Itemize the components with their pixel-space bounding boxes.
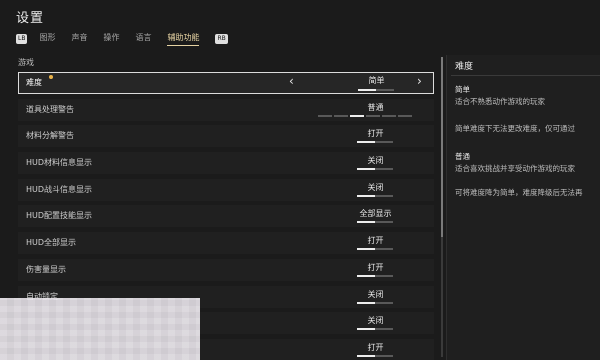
tab-accessibility[interactable]: 辅助功能: [167, 32, 200, 46]
setting-row-material-dismantle-warning[interactable]: 材料分解警告 打开: [18, 125, 434, 148]
value-indicator-fill: [357, 141, 375, 144]
value-indicator-fill: [357, 354, 375, 357]
section-header-game: 游戏: [18, 58, 34, 67]
settings-scrollbar[interactable]: [441, 57, 443, 357]
value-indicator-bar: [357, 168, 393, 171]
panel-text: 可将难度降为简单，难度降级后无法再: [455, 188, 583, 197]
setting-value: 全部显示: [359, 209, 392, 219]
value-indicator-fill: [357, 274, 375, 277]
value-segment: [334, 114, 348, 117]
panel-text: 简单难度下无法更改难度，仅可通过: [455, 124, 575, 133]
setting-label: HUD配置技能显示: [26, 211, 93, 221]
value-indicator-bar: [357, 221, 393, 224]
setting-value: 打开: [367, 262, 384, 272]
value-indicator-bar: [357, 328, 393, 331]
setting-row-hud-combat-info[interactable]: HUD战斗信息显示 关闭: [18, 178, 434, 201]
setting-label: 伤害量显示: [26, 264, 66, 274]
value-indicator-fill: [357, 194, 375, 197]
setting-value: 关闭: [367, 289, 384, 299]
value-indicator-bar: [357, 194, 393, 197]
setting-row-damage-display[interactable]: 伤害量显示 打开: [18, 258, 434, 281]
rb-key-icon[interactable]: RB: [215, 34, 228, 44]
panel-heading-easy: 简单: [455, 85, 470, 94]
tab-controls[interactable]: 操作: [103, 32, 119, 46]
setting-value: 打开: [367, 342, 384, 352]
setting-value: 关闭: [367, 316, 384, 326]
setting-label: 难度: [26, 78, 42, 87]
value-indicator-fill: [357, 168, 375, 171]
setting-value: 打开: [367, 129, 384, 139]
settings-title: 设置: [16, 11, 45, 26]
value-indicator-bar: [357, 274, 393, 277]
setting-label: 材料分解警告: [26, 131, 74, 141]
value-indicator-fill: [357, 301, 375, 304]
value-indicator-fill: [357, 248, 375, 251]
value-segment: [398, 114, 412, 117]
tab-bar: LB 图形 声音 操作 语言 辅助功能 RB: [16, 32, 228, 46]
value-indicator-bar: [357, 141, 393, 144]
value-segment: [366, 114, 380, 117]
tab-sound[interactable]: 声音: [71, 32, 87, 46]
value-indicator-bar: [358, 89, 394, 91]
tab-graphics[interactable]: 图形: [39, 32, 55, 46]
setting-label: HUD全部显示: [26, 238, 77, 248]
value-segment-indicator: [318, 114, 414, 117]
panel-heading-normal: 普通: [455, 152, 470, 161]
value-segment: [318, 114, 332, 117]
scrollbar-thumb[interactable]: [441, 57, 443, 237]
chevron-left-icon[interactable]: ‹: [289, 74, 294, 88]
setting-value: 关闭: [367, 182, 384, 192]
new-indicator-dot: [49, 75, 53, 79]
setting-value: 关闭: [367, 156, 384, 166]
value-indicator-bar: [357, 248, 393, 251]
setting-label: HUD材料信息显示: [26, 158, 93, 168]
value-indicator-fill: [357, 328, 375, 331]
description-panel: 难度 简单 适合不熟悉动作游戏的玩家 简单难度下无法更改难度，仅可通过 普通 适…: [446, 55, 600, 360]
chevron-right-icon[interactable]: ›: [417, 74, 422, 88]
value-indicator-fill: [357, 221, 375, 224]
lb-key-icon[interactable]: LB: [16, 34, 28, 44]
value-indicator-bar: [357, 301, 393, 304]
setting-row-hud-show-all[interactable]: HUD全部显示 打开: [18, 232, 434, 255]
pixelated-overlay: [0, 298, 200, 360]
setting-row-item-discard-warning[interactable]: 道具处理警告 普通: [18, 98, 434, 121]
value-indicator-bar: [357, 354, 393, 357]
panel-divider: [451, 75, 600, 76]
value-indicator-fill: [358, 89, 376, 91]
setting-row-hud-material-info[interactable]: HUD材料信息显示 关闭: [18, 152, 434, 175]
setting-value: 普通: [367, 102, 384, 112]
setting-row-difficulty[interactable]: 难度 ‹ 简单 ›: [18, 72, 434, 94]
tab-language[interactable]: 语言: [135, 32, 151, 46]
setting-label: 道具处理警告: [26, 104, 74, 114]
panel-text: 适合喜欢挑战并享受动作游戏的玩家: [455, 164, 575, 173]
setting-row-hud-skill-display[interactable]: HUD配置技能显示 全部显示: [18, 205, 434, 228]
setting-value: 打开: [367, 236, 384, 246]
setting-label: HUD战斗信息显示: [26, 184, 93, 194]
panel-text: 适合不熟悉动作游戏的玩家: [455, 97, 545, 106]
panel-title: 难度: [455, 62, 474, 72]
value-segment: [350, 114, 364, 117]
value-segment: [382, 114, 396, 117]
